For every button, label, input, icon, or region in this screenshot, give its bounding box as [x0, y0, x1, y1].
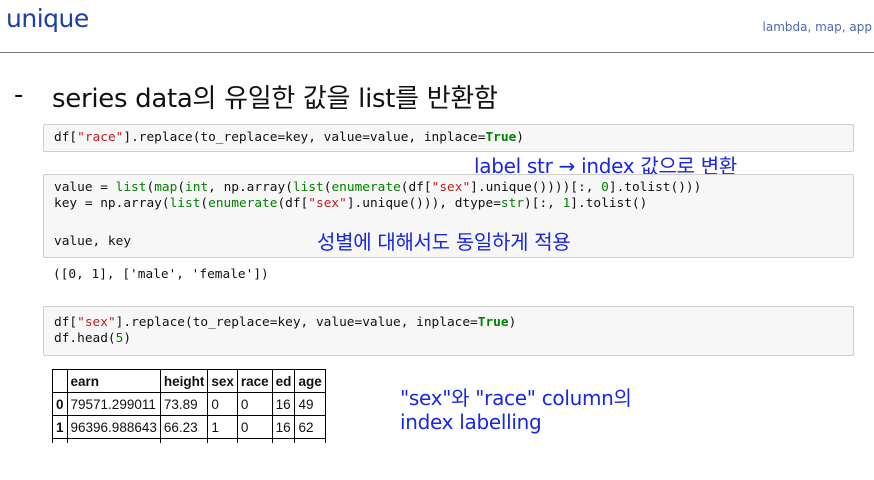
code-line: key = np.array(list(enumerate(df["sex"].… [54, 196, 648, 211]
title-divider [0, 52, 874, 53]
section-heading: series data의 유일한 값을 list를 반환함 [52, 84, 498, 114]
code-cell-race-replace[interactable]: df["race"].replace(to_replace=key, value… [43, 124, 854, 152]
table-cell: 96396.988643 [66, 415, 161, 439]
code-line: value, key [54, 234, 132, 249]
annotation-same-for-sex: 성별에 대해서도 동일하게 적용 [317, 230, 571, 254]
code-line: value = list(map(int, np.array(list(enum… [54, 180, 702, 195]
table-cell: 79571.299011 [66, 392, 161, 416]
code-line: df["sex"].replace(to_replace=key, value=… [54, 315, 517, 330]
table-cell: 16 [271, 392, 296, 416]
table-cell: 0 [236, 415, 273, 439]
annotation-column-note-line2: index labelling [400, 410, 542, 434]
table-cell: 66.23 [159, 415, 209, 439]
column-header: race [236, 369, 273, 393]
column-header: age [294, 369, 326, 393]
table-cell: 62 [294, 415, 326, 439]
table-row: 0 79571.299011 73.89 0 0 16 49 [52, 392, 326, 416]
table-cell: 16 [271, 415, 296, 439]
row-index: 0 [52, 392, 68, 416]
table-cell: 1 [207, 415, 238, 439]
dataframe-table: earn height sex race ed age 0 79571.2990… [52, 369, 326, 443]
cell-output: ([0, 1], ['male', 'female']) [53, 267, 269, 282]
table-cell: 0 [236, 392, 273, 416]
column-header [52, 369, 68, 393]
code-cell-sex-replace-head[interactable]: df["sex"].replace(to_replace=key, value=… [43, 306, 854, 356]
code-line: df["race"].replace(to_replace=key, value… [54, 130, 525, 145]
table-header-row: earn height sex race ed age [52, 369, 326, 393]
table-row: 1 96396.988643 66.23 1 0 16 62 [52, 415, 326, 439]
column-header: earn [66, 369, 161, 393]
table-cell: 73.89 [159, 392, 209, 416]
column-header: ed [271, 369, 296, 393]
table-row-truncated [52, 438, 326, 443]
slide-title: unique [6, 4, 89, 33]
bullet-marker: - [14, 80, 24, 110]
column-header: sex [207, 369, 238, 393]
annotation-column-note-line1: "sex"와 "race" column의 [400, 386, 632, 410]
column-header: height [159, 369, 209, 393]
breadcrumb: lambda, map, app [762, 20, 872, 34]
table-cell: 0 [207, 392, 238, 416]
row-index: 1 [52, 415, 68, 439]
table-cell: 49 [294, 392, 326, 416]
code-line: df.head(5) [54, 331, 132, 346]
